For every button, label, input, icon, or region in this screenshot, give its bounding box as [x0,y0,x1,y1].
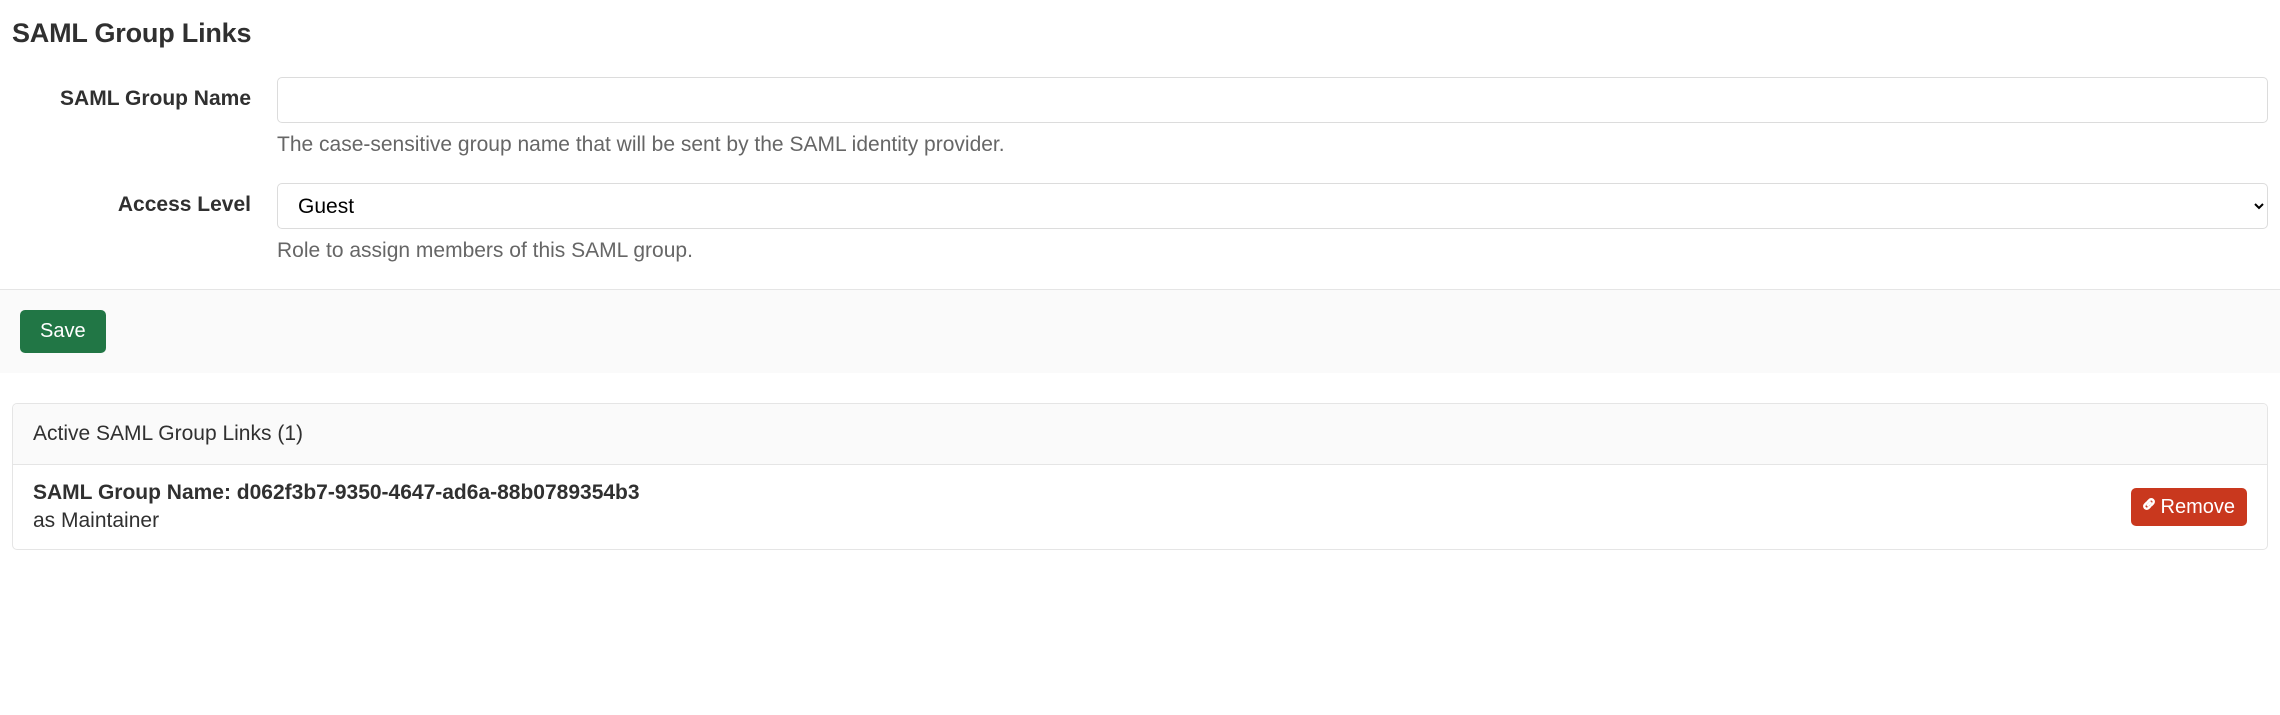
active-links-panel: Active SAML Group Links (1) SAML Group N… [12,403,2268,550]
active-links-header: Active SAML Group Links (1) [13,404,2267,465]
access-level-help: Role to assign members of this SAML grou… [277,239,2268,263]
form-row-access-level: Access Level Guest Role to assign member… [12,183,2268,263]
page-title: SAML Group Links [12,18,2268,49]
group-name-help: The case-sensitive group name that will … [277,133,2268,157]
group-name-label: SAML Group Name [12,77,277,111]
active-link-title: SAML Group Name: d062f3b7-9350-4647-ad6a… [33,481,2131,505]
unlink-icon [2139,494,2159,520]
form-row-group-name: SAML Group Name The case-sensitive group… [12,77,2268,157]
saml-group-name-input[interactable] [277,77,2268,123]
access-level-label: Access Level [12,183,277,217]
remove-button-label: Remove [2161,496,2235,519]
active-link-row: SAML Group Name: d062f3b7-9350-4647-ad6a… [13,465,2267,549]
access-level-select[interactable]: Guest [277,183,2268,229]
active-link-role: as Maintainer [33,509,2131,533]
form-footer: Save [0,289,2280,373]
remove-button[interactable]: Remove [2131,488,2247,526]
save-button[interactable]: Save [20,310,106,353]
